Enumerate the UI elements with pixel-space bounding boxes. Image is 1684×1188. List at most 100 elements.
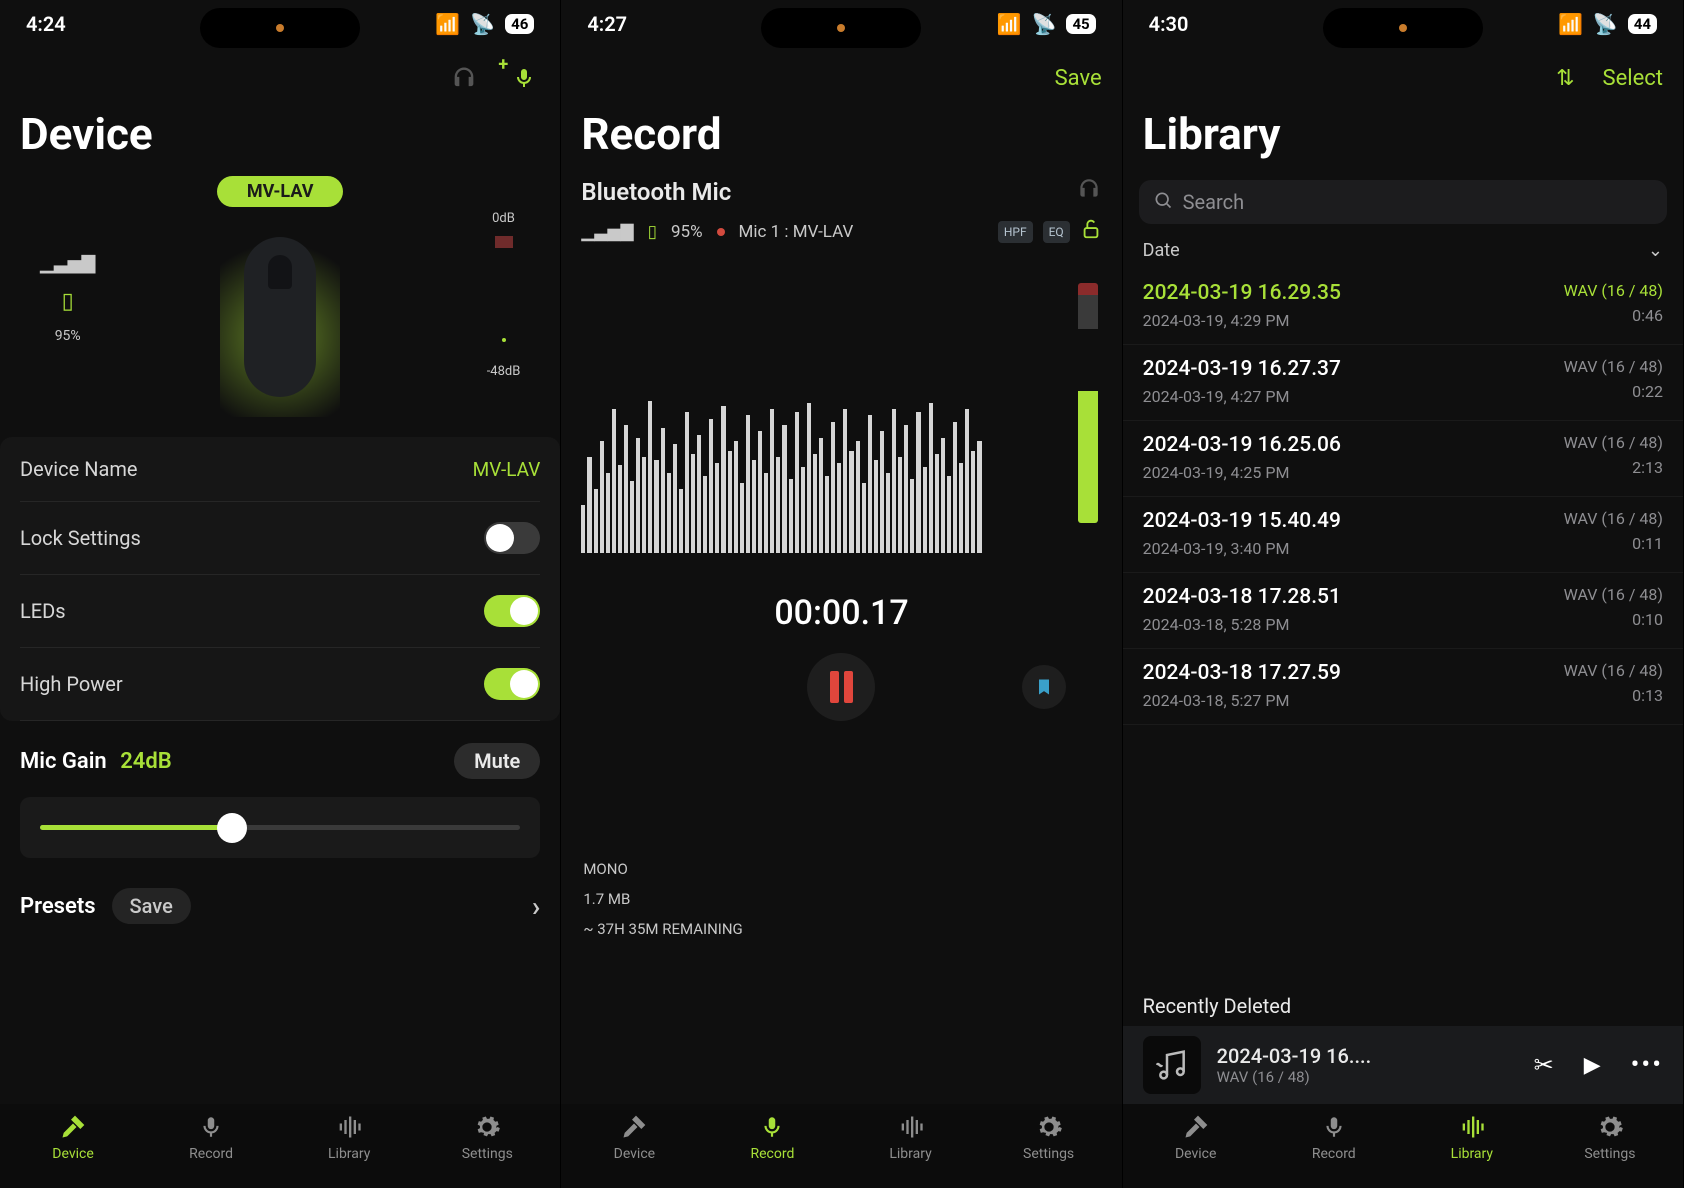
wifi-icon: 📡: [1032, 12, 1057, 36]
library-item-duration: 2:13: [1564, 458, 1663, 477]
more-icon[interactable]: •••: [1631, 1050, 1663, 1080]
lock-settings-toggle[interactable]: [484, 522, 540, 554]
lock-settings-label: Lock Settings: [20, 526, 141, 550]
library-row[interactable]: 2024-03-18 17.28.512024-03-18, 5:28 PMWA…: [1123, 573, 1683, 649]
signal-icon: 📶: [997, 12, 1022, 36]
device-screen: 4:24 📶 📡 46 + Device MV-LAV ▁▃▅▇ ▯ 95% 0…: [0, 0, 561, 1188]
library-item-title: 2024-03-19 16.27.37: [1143, 357, 1341, 381]
list-sort-header[interactable]: Date ⌄: [1123, 232, 1683, 269]
tab-device[interactable]: Device: [565, 1112, 703, 1188]
status-time: 4:27: [587, 12, 627, 36]
signal-bars-icon: ▁▃▅▇: [40, 247, 95, 281]
tab-device[interactable]: Device: [1127, 1112, 1265, 1188]
bookmark-button[interactable]: [1022, 665, 1066, 709]
presets-save-chip[interactable]: Save: [112, 888, 191, 924]
headphones-icon[interactable]: [448, 62, 480, 94]
presets-row[interactable]: Presets Save ›: [0, 878, 560, 934]
status-battery: 45: [1066, 14, 1095, 34]
chevron-down-icon: ⌄: [1648, 240, 1663, 261]
tab-settings[interactable]: Settings: [418, 1112, 556, 1188]
library-icon: [896, 1112, 926, 1142]
library-item-subtitle: 2024-03-19, 4:27 PM: [1143, 387, 1341, 406]
record-info: MONO 1.7 MB ~ 37H 35M REMAINING: [583, 854, 742, 944]
record-icon: [757, 1112, 787, 1142]
high-power-label: High Power: [20, 672, 123, 696]
device-stats-left: ▁▃▅▇ ▯ 95%: [40, 247, 95, 350]
level-meter: [1078, 283, 1098, 523]
signal-icon: 📶: [435, 12, 460, 36]
library-item-title: 2024-03-19 16.25.06: [1143, 433, 1341, 457]
hpf-chip[interactable]: HPF: [998, 221, 1033, 243]
tab-settings[interactable]: Settings: [1541, 1112, 1679, 1188]
library-row[interactable]: 2024-03-18 17.27.592024-03-18, 5:27 PMWA…: [1123, 649, 1683, 725]
settings-card: Device Name MV-LAV Lock Settings LEDs Hi…: [0, 437, 560, 721]
leds-toggle[interactable]: [484, 595, 540, 627]
mic-gain-slider[interactable]: [20, 797, 540, 858]
now-playing-sub: WAV (16 / 48): [1217, 1068, 1518, 1086]
library-row[interactable]: 2024-03-19 16.25.062024-03-19, 4:25 PMWA…: [1123, 421, 1683, 497]
library-row[interactable]: 2024-03-19 15.40.492024-03-19, 3:40 PMWA…: [1123, 497, 1683, 573]
search-placeholder: Search: [1183, 190, 1244, 214]
headphones-icon[interactable]: [1076, 176, 1102, 208]
tab-record[interactable]: Record: [142, 1112, 280, 1188]
library-row[interactable]: 2024-03-19 16.29.352024-03-19, 4:29 PMWA…: [1123, 269, 1683, 345]
library-item-format: WAV (16 / 48): [1564, 357, 1663, 376]
mic-gain-row: Mic Gain 24dB Mute: [0, 731, 560, 791]
tab-device[interactable]: Device: [4, 1112, 142, 1188]
status-time: 4:24: [26, 12, 66, 36]
pause-button[interactable]: [807, 653, 875, 721]
high-power-row: High Power: [20, 648, 540, 721]
tab-settings[interactable]: Settings: [980, 1112, 1118, 1188]
record-channels: MONO: [583, 854, 742, 884]
library-row[interactable]: 2024-03-19 16.27.37 2024-03-19, 4:27 PM WA…: [1123, 345, 1683, 421]
library-item-format: WAV (16 / 48): [1564, 433, 1663, 452]
device-stats-right: 0dB -48dB: [487, 207, 521, 384]
tab-record[interactable]: Record: [1265, 1112, 1403, 1188]
device-icon: [1181, 1112, 1211, 1142]
tab-library[interactable]: Library: [280, 1112, 418, 1188]
page-title: Device: [0, 108, 560, 176]
search-input[interactable]: Search: [1139, 180, 1667, 224]
lock-open-icon[interactable]: [1080, 218, 1102, 245]
library-item-duration: 0:22: [1564, 382, 1663, 401]
tab-bar: DeviceRecordLibrarySettings: [0, 1104, 560, 1188]
library-item-format: WAV (16 / 48): [1564, 509, 1663, 528]
library-icon: [1457, 1112, 1487, 1142]
now-playing-bar[interactable]: 2024-03-19 16.... WAV (16 / 48) ✂︎ ▶ •••: [1123, 1026, 1683, 1104]
device-name-row[interactable]: Device Name MV-LAV: [20, 437, 540, 502]
save-button[interactable]: Save: [1055, 66, 1102, 91]
page-title: Record: [561, 108, 1121, 176]
sort-icon[interactable]: ⇅: [1556, 66, 1574, 91]
tab-bar: DeviceRecordLibrarySettings: [561, 1104, 1121, 1188]
library-item-title: 2024-03-19 15.40.49: [1143, 509, 1341, 533]
mute-button[interactable]: Mute: [454, 743, 540, 779]
library-item-format: WAV (16 / 48): [1564, 585, 1663, 604]
chevron-right-icon: ›: [532, 890, 540, 923]
library-item-duration: 0:13: [1564, 686, 1663, 705]
tab-library[interactable]: Library: [1403, 1112, 1541, 1188]
library-item-title: 2024-03-19 16.29.35: [1143, 281, 1341, 305]
tab-record[interactable]: Record: [703, 1112, 841, 1188]
library-item-format: WAV (16 / 48): [1564, 281, 1663, 300]
settings-icon: [472, 1112, 502, 1142]
settings-icon: [1034, 1112, 1064, 1142]
tab-library[interactable]: Library: [841, 1112, 979, 1188]
presets-label: Presets: [20, 894, 96, 919]
wifi-icon: 📡: [1593, 12, 1618, 36]
device-visual: ▁▃▅▇ ▯ 95% 0dB -48dB: [0, 207, 560, 437]
add-mic-icon[interactable]: +: [508, 62, 540, 94]
device-name-label: Device Name: [20, 457, 137, 481]
record-mic-label: Mic 1 : MV-LAV: [739, 222, 854, 242]
section-label: Date: [1143, 240, 1180, 261]
play-icon[interactable]: ▶: [1584, 1053, 1601, 1078]
select-button[interactable]: Select: [1603, 66, 1663, 91]
waveform: [581, 393, 981, 553]
device-badge[interactable]: MV-LAV: [217, 176, 344, 207]
record-source: Bluetooth Mic: [581, 178, 731, 206]
recently-deleted-row[interactable]: Recently Deleted: [1123, 986, 1683, 1026]
scissors-icon[interactable]: ✂︎: [1534, 1051, 1554, 1079]
leds-label: LEDs: [20, 599, 66, 623]
eq-chip[interactable]: EQ: [1043, 221, 1070, 243]
now-playing-title: 2024-03-19 16....: [1217, 1044, 1387, 1068]
high-power-toggle[interactable]: [484, 668, 540, 700]
